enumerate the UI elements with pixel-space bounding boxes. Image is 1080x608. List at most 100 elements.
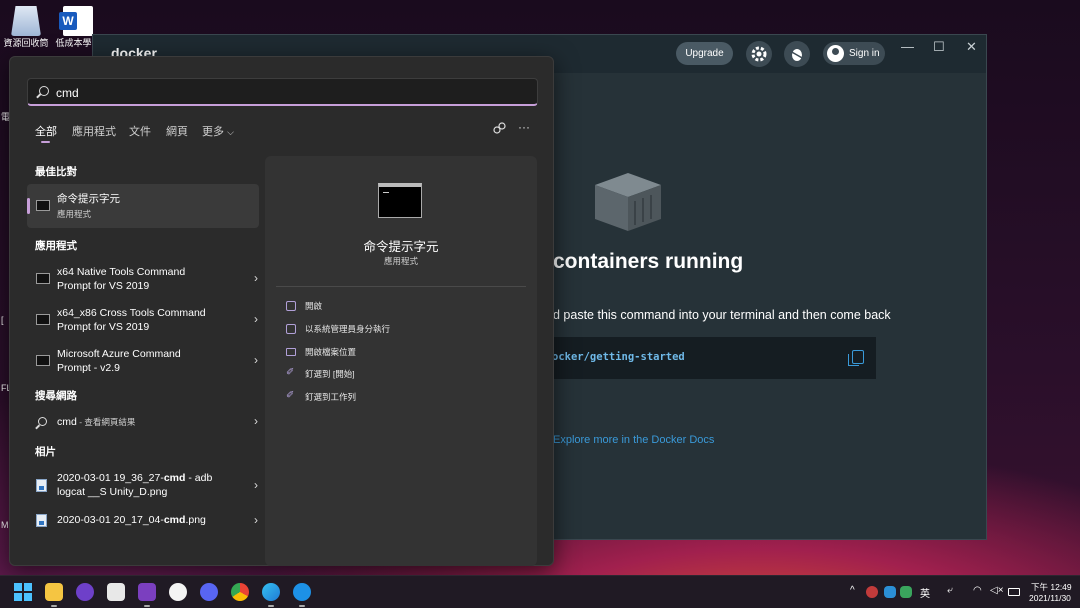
bug-icon bbox=[789, 49, 805, 61]
photo-title-line2: logcat __S Unity_D.png bbox=[57, 486, 168, 498]
upgrade-button[interactable]: Upgrade bbox=[676, 42, 733, 65]
action-label: 開啟檔案位置 bbox=[305, 347, 357, 357]
file-explorer-icon[interactable] bbox=[45, 583, 63, 601]
signin-label: Sign in bbox=[849, 48, 880, 59]
maximize-button[interactable]: ☐ bbox=[933, 39, 945, 55]
app-title: x64_x86 Cross Tools Command bbox=[57, 307, 206, 319]
open-icon bbox=[286, 301, 296, 311]
search-icon bbox=[38, 417, 47, 426]
visual-studio-icon[interactable] bbox=[138, 583, 156, 601]
word-document-icon bbox=[59, 6, 93, 36]
chevron-right-icon[interactable]: › bbox=[254, 478, 258, 492]
tab-more[interactable]: 更多 ⌵ bbox=[202, 123, 234, 139]
share-icon[interactable] bbox=[493, 122, 506, 138]
desktop-icon-label: 資源回收筒 bbox=[3, 38, 49, 48]
chrome-icon[interactable] bbox=[231, 583, 249, 601]
tray-chevron-icon[interactable]: ^ bbox=[850, 585, 855, 596]
desktop-edge-text: M bbox=[1, 520, 9, 530]
cmd-large-icon bbox=[378, 183, 422, 218]
selection-indicator bbox=[27, 198, 30, 214]
discord-icon[interactable] bbox=[200, 583, 218, 601]
running-indicator bbox=[299, 605, 305, 607]
divider bbox=[276, 286, 526, 287]
photo-title: 2020-03-01 19_36_27-cmd - adb bbox=[57, 471, 212, 485]
photo-title-post: .png bbox=[185, 514, 206, 526]
edge-icon[interactable] bbox=[262, 583, 280, 601]
photos-heading: 相片 bbox=[35, 446, 56, 458]
photo-title: 2020-03-01 20_17_04-cmd.png bbox=[57, 513, 206, 527]
chevron-right-icon[interactable]: › bbox=[254, 312, 258, 326]
tab-web[interactable]: 網頁 bbox=[166, 123, 188, 139]
search-icon bbox=[39, 86, 49, 96]
instructions-text: d paste this command into your terminal … bbox=[553, 308, 891, 322]
best-match-item[interactable]: 命令提示字元 應用程式 bbox=[27, 184, 259, 228]
web-search-item[interactable]: cmd - 查看網頁結果 › bbox=[27, 403, 259, 441]
tab-all[interactable]: 全部 bbox=[35, 123, 57, 139]
settings-button[interactable] bbox=[746, 41, 772, 67]
more-options-icon[interactable]: ··· bbox=[518, 120, 530, 134]
recycle-bin-icon bbox=[11, 6, 41, 36]
ime-indicator[interactable]: 英 bbox=[920, 585, 930, 600]
github-icon[interactable] bbox=[76, 583, 94, 601]
image-file-icon bbox=[36, 514, 47, 527]
unity-icon[interactable] bbox=[107, 583, 125, 601]
chevron-right-icon[interactable]: › bbox=[254, 271, 258, 285]
cmd-icon bbox=[36, 273, 50, 284]
chevron-right-icon[interactable]: › bbox=[254, 353, 258, 367]
shield-icon bbox=[286, 324, 296, 334]
app-title: Prompt - v2.9 bbox=[57, 362, 121, 374]
running-indicator bbox=[144, 605, 150, 607]
minimize-button[interactable]: — bbox=[901, 39, 914, 54]
battery-icon[interactable] bbox=[1008, 588, 1020, 596]
volume-icon[interactable]: ◁× bbox=[990, 585, 1004, 596]
clock-date[interactable]: 2021/11/30 bbox=[1029, 593, 1071, 603]
action-label: 釘選到工作列 bbox=[305, 392, 357, 402]
sourcetree-icon[interactable] bbox=[169, 583, 187, 601]
web-search-heading: 搜尋網路 bbox=[35, 390, 77, 402]
cmd-icon bbox=[36, 314, 50, 325]
image-file-icon bbox=[36, 479, 47, 492]
folder-icon bbox=[286, 348, 296, 356]
list-item[interactable]: 2020-03-01 20_17_04-cmd.png › bbox=[27, 505, 259, 535]
app-title: Prompt for VS 2019 bbox=[57, 280, 150, 292]
wifi-icon[interactable]: ◠ bbox=[973, 585, 982, 596]
start-button[interactable] bbox=[14, 583, 32, 601]
app-title: Microsoft Azure Command bbox=[57, 348, 181, 360]
apps-heading: 應用程式 bbox=[35, 240, 77, 252]
web-search-query: cmd bbox=[57, 416, 77, 428]
ime-mode-icon[interactable]: ⤶ bbox=[947, 585, 953, 596]
search-panel: 全部 應用程式 文件 網頁 更多 ⌵ ··· 最佳比對 命令提示字元 應用程式 … bbox=[9, 56, 554, 566]
tab-more-label: 更多 bbox=[202, 126, 224, 138]
copy-icon[interactable] bbox=[848, 350, 864, 366]
tray-app-icon[interactable] bbox=[866, 586, 878, 598]
list-item[interactable]: Microsoft Azure Command Prompt - v2.9 › bbox=[27, 339, 259, 383]
clock-time[interactable]: 下午 12:49 bbox=[1031, 581, 1072, 593]
photo-title-match: cmd bbox=[163, 514, 186, 526]
docker-icon[interactable] bbox=[293, 583, 311, 601]
tab-apps[interactable]: 應用程式 bbox=[72, 123, 116, 139]
desktop-recycle-bin[interactable]: 資源回收筒 bbox=[0, 2, 52, 49]
web-search-suffix: - 查看網頁結果 bbox=[76, 417, 136, 427]
list-item[interactable]: x64_x86 Cross Tools Command Prompt for V… bbox=[27, 298, 259, 342]
close-button[interactable]: ✕ bbox=[966, 39, 977, 55]
web-search-text: cmd - 查看網頁結果 bbox=[57, 415, 135, 429]
tab-active-indicator bbox=[41, 141, 50, 143]
action-label: 釘選到 [開始] bbox=[305, 369, 355, 379]
chevron-right-icon[interactable]: › bbox=[254, 414, 258, 428]
cmd-icon bbox=[36, 200, 50, 211]
tray-app-icon[interactable] bbox=[884, 586, 896, 598]
detail-subtitle: 應用程式 bbox=[383, 256, 418, 266]
docs-link[interactable]: Explore more in the Docker Docs bbox=[553, 434, 714, 446]
chevron-right-icon[interactable]: › bbox=[254, 513, 258, 527]
list-item[interactable]: 2020-03-01 19_36_27-cmd - adb logcat __S… bbox=[27, 464, 259, 508]
cmd-icon bbox=[36, 355, 50, 366]
list-item[interactable]: x64 Native Tools Command Prompt for VS 2… bbox=[27, 257, 259, 301]
container-cube-icon bbox=[595, 173, 661, 231]
search-input[interactable] bbox=[56, 84, 516, 101]
tab-documents[interactable]: 文件 bbox=[129, 123, 151, 139]
signin-button[interactable]: Sign in bbox=[823, 42, 885, 65]
troubleshoot-button[interactable] bbox=[784, 41, 810, 67]
tray-app-icon[interactable] bbox=[900, 586, 912, 598]
search-box[interactable] bbox=[27, 78, 538, 106]
photo-title-pre: 2020-03-01 20_17_04- bbox=[57, 514, 164, 526]
